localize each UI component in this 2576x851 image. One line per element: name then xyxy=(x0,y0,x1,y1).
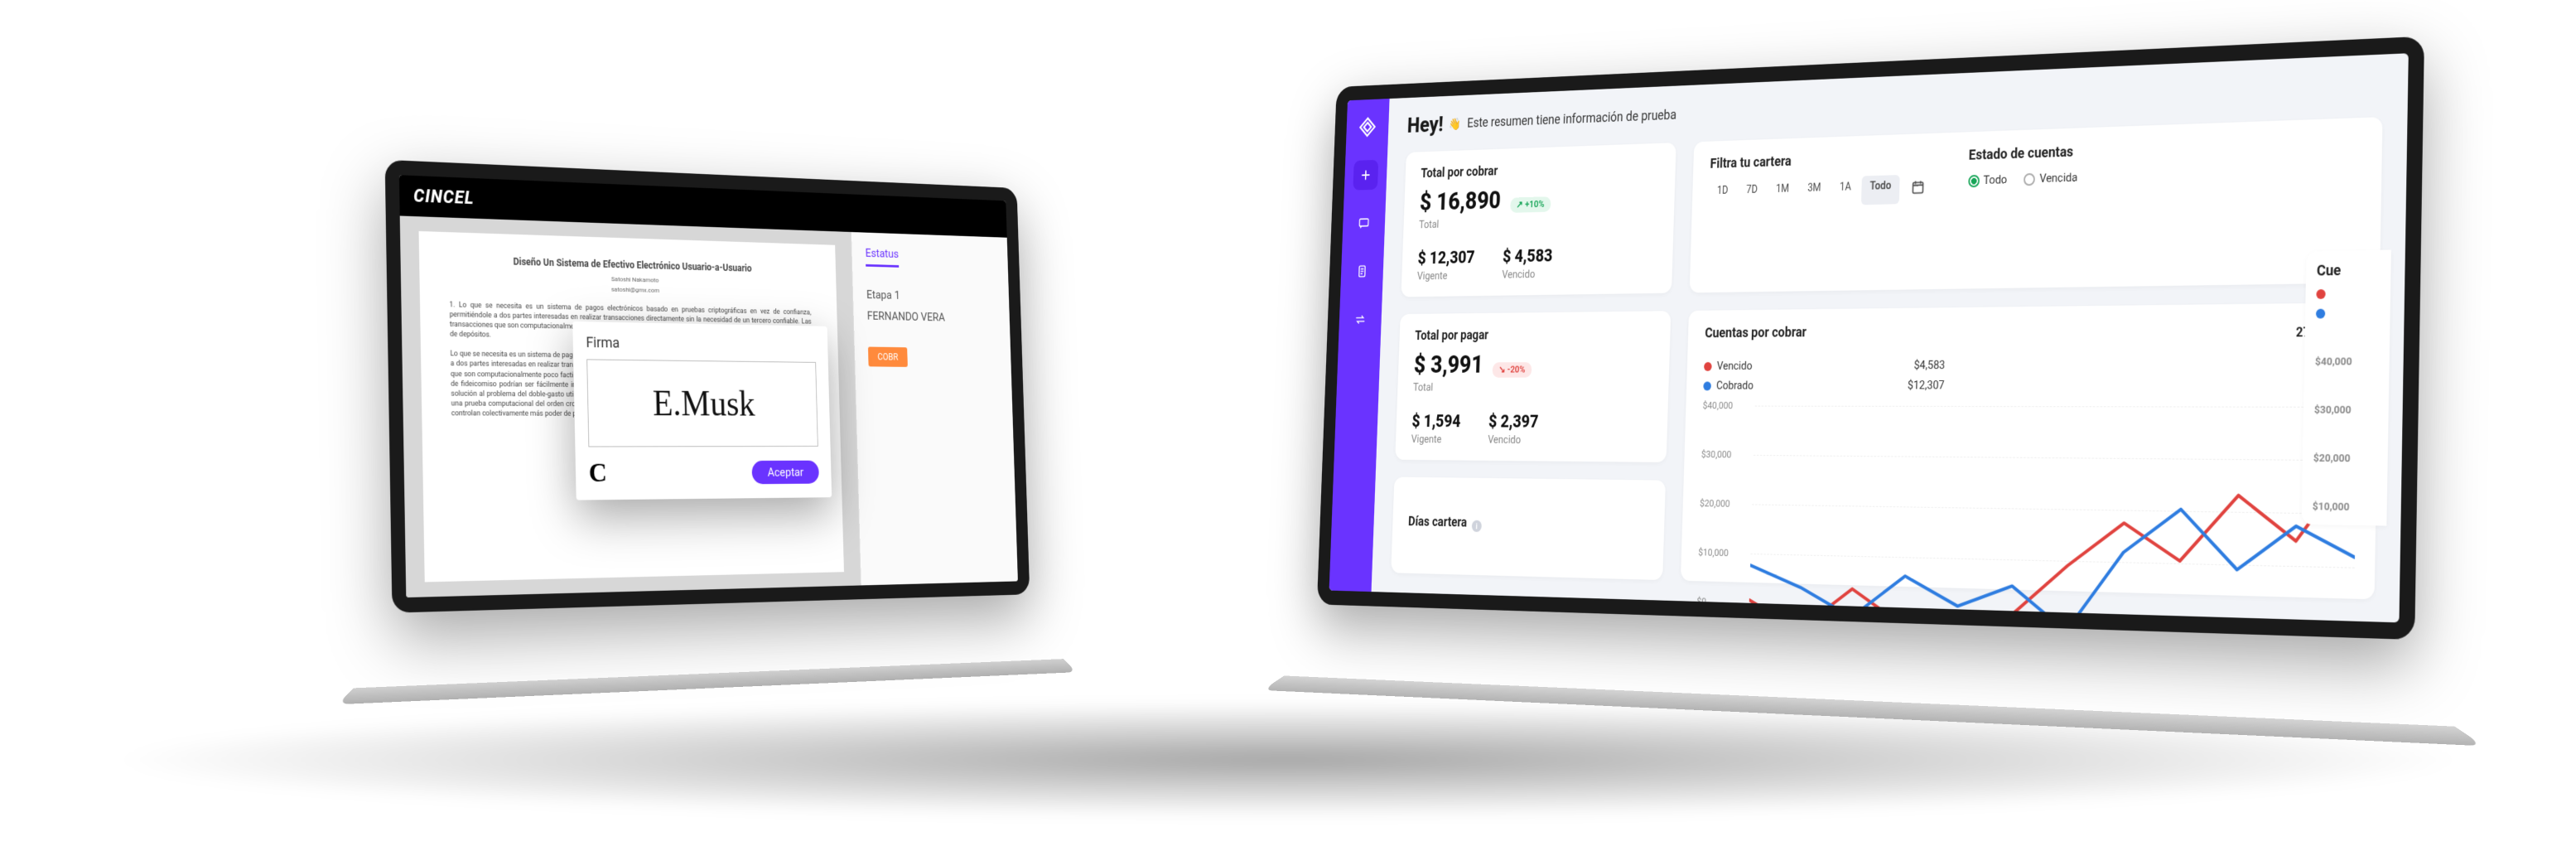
chip-7d[interactable]: 7D xyxy=(1738,179,1765,208)
cobrar-button[interactable]: COBR xyxy=(868,347,908,367)
ytick: $30,000 xyxy=(1701,449,1732,461)
legend-cobrado: Cobrado xyxy=(1716,379,1754,392)
signature-value: E.Musk xyxy=(652,382,755,424)
vencido-label: Vencido xyxy=(1502,267,1552,281)
chip-todo[interactable]: Todo xyxy=(1861,175,1899,205)
ytick: $40,000 xyxy=(1703,400,1734,412)
radio-vencida[interactable]: Vencida xyxy=(2024,169,2077,186)
filter-title: Filtra tu cartera xyxy=(1710,148,1934,172)
cue-ytick: $40,000 xyxy=(2315,355,2379,368)
tab-estatus[interactable]: Estatus xyxy=(866,246,900,268)
card-title: Total por pagar xyxy=(1415,326,1654,343)
laptop-cincel: CINCEL Diseño Un Sistema de Efectivo Ele… xyxy=(385,160,1033,714)
radio-todo[interactable]: Todo xyxy=(1968,172,2007,187)
greeting: Hey! xyxy=(1406,112,1444,138)
card-total-cobrar: Total por cobrar $ 16,890 ↗ +10% Total $… xyxy=(1401,143,1676,297)
dias-title: Días cartera xyxy=(1408,514,1468,530)
vigente-value: $ 12,307 xyxy=(1417,247,1475,268)
app-logo-icon xyxy=(1355,112,1381,143)
transfer-icon[interactable] xyxy=(1348,304,1373,334)
dot-cobrado-icon xyxy=(1703,382,1711,391)
vigente-value: $ 1,594 xyxy=(1411,411,1461,432)
signature-modal-title: Firma xyxy=(586,334,815,354)
legend-vencido-value: $4,583 xyxy=(1913,358,1945,372)
cue-ytick: $20,000 xyxy=(2313,452,2377,466)
estado-title: Estado de cuentas xyxy=(1969,143,2079,163)
cue-ytick: $30,000 xyxy=(2314,404,2378,417)
stage-label: Etapa 1 xyxy=(866,288,996,304)
cincel-c-logo: C xyxy=(588,458,607,489)
card-dias-cartera: Días cartera i xyxy=(1391,477,1666,580)
card-cuentas-cobrar: Cuentas por cobrar 27 facturas Vencido $… xyxy=(1681,302,2380,599)
card-cue-partial: Cue $40,000 $30,000 $20,000 $10,000 xyxy=(2301,249,2390,525)
chart-canvas xyxy=(1747,406,2357,623)
vencido-value: $ 2,397 xyxy=(1488,411,1539,432)
chip-1d[interactable]: 1D xyxy=(1709,180,1736,209)
dot-icon xyxy=(2316,309,2325,319)
accept-button[interactable]: Aceptar xyxy=(752,460,819,484)
ytick: $0 xyxy=(1696,596,1706,607)
signature-canvas[interactable]: E.Musk xyxy=(586,359,818,447)
legend-cobrado-value: $12,307 xyxy=(1908,378,1945,392)
wave-icon: 👋 xyxy=(1449,117,1461,131)
info-icon[interactable]: i xyxy=(1472,520,1482,532)
message-icon[interactable] xyxy=(1351,208,1377,239)
signature-modal: Firma E.Musk C Aceptar xyxy=(572,321,832,500)
delta-badge: ↗ +10% xyxy=(1510,196,1551,213)
total-pagar-value: $ 3,991 xyxy=(1413,350,1483,379)
line-chart: $40,000 $30,000 $20,000 $10,000 $0 xyxy=(1697,405,2358,621)
ytick: $20,000 xyxy=(1700,498,1730,510)
status-panel: Estatus Etapa 1 FERNANDO VERA COBR xyxy=(851,232,1018,586)
chip-1a[interactable]: 1A xyxy=(1831,176,1860,206)
signer-name: FERNANDO VERA xyxy=(867,309,997,326)
cxc-title: Cuentas por cobrar xyxy=(1705,325,1807,341)
dot-icon xyxy=(2316,289,2325,299)
vigente-label: Vigente xyxy=(1411,433,1460,446)
laptop-base xyxy=(337,659,1077,704)
screen-dashboard: Hey! 👋 Este resumen tiene información de… xyxy=(1317,36,2424,640)
vigente-label: Vigente xyxy=(1417,268,1474,283)
screen-cincel: CINCEL Diseño Un Sistema de Efectivo Ele… xyxy=(385,160,1030,613)
document-icon[interactable] xyxy=(1349,256,1375,286)
chip-3m[interactable]: 3M xyxy=(1799,177,1829,207)
cue-title: Cue xyxy=(2317,262,2342,279)
dot-vencido-icon xyxy=(1704,362,1712,371)
laptop-dashboard: Hey! 👋 Este resumen tiene información de… xyxy=(1313,36,2424,757)
ytick: $10,000 xyxy=(1698,547,1729,559)
vencido-label: Vencido xyxy=(1488,433,1538,446)
card-title: Total por cobrar xyxy=(1421,158,1659,181)
vencido-value: $ 4,583 xyxy=(1503,245,1553,267)
total-label: Total xyxy=(1413,380,1652,394)
calendar-icon[interactable] xyxy=(1902,174,1934,204)
card-total-pagar: Total por pagar $ 3,991 ↘ -20% Total $ 1… xyxy=(1395,311,1671,462)
delta-badge: ↘ -20% xyxy=(1493,362,1532,378)
chip-1m[interactable]: 1M xyxy=(1768,178,1797,207)
card-filter: Filtra tu cartera 1D 7D 1M 3M 1A Todo xyxy=(1690,117,2383,293)
total-cobrar-value: $ 16,890 xyxy=(1420,186,1502,216)
legend-vencido: Vencido xyxy=(1717,359,1753,373)
greeting-note: Este resumen tiene información de prueba xyxy=(1467,107,1676,131)
add-button[interactable] xyxy=(1353,160,1378,191)
cue-ytick: $10,000 xyxy=(2313,500,2376,514)
cincel-brand: CINCEL xyxy=(413,186,475,208)
dashboard-main: Hey! 👋 Este resumen tiene información de… xyxy=(1372,53,2409,622)
